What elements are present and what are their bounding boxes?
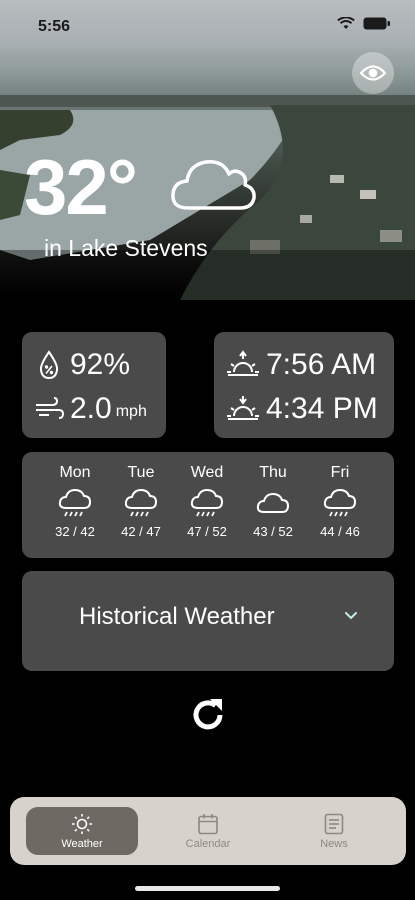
forecast-day: Tue 42 / 47 (113, 452, 169, 539)
forecast-day-name: Tue (127, 464, 155, 481)
calendar-icon (198, 814, 218, 835)
forecast-day-name: Fri (330, 464, 350, 481)
forecast-day-name: Wed (190, 464, 224, 481)
historical-weather-dropdown[interactable]: Historical Weather (22, 571, 394, 671)
rain-cloud-icon (190, 488, 224, 517)
sunset-row: 4:34 PM (226, 392, 378, 426)
forecast-day: Mon 32 / 42 (47, 452, 103, 539)
forecast-range: 43 / 52 (253, 524, 293, 539)
status-time: 5:56 (38, 18, 71, 35)
status-bar: 5:56 (0, 0, 415, 50)
home-indicator (135, 886, 280, 891)
sun-icon (72, 814, 92, 834)
rain-cloud-icon (323, 488, 357, 517)
forecast-day-name: Thu (259, 464, 287, 481)
eye-icon (360, 65, 386, 81)
rain-cloud-icon (58, 488, 92, 517)
wind-row: 2.0 mph (34, 392, 147, 426)
chevron-down-icon (345, 612, 357, 620)
wind-speed-value: 2.0 (70, 392, 112, 425)
sun-times-card: 7:56 AM 4:34 PM (214, 332, 394, 438)
tab-news[interactable]: News (278, 807, 390, 855)
historical-weather-label: Historical Weather (79, 603, 275, 630)
sunrise-time: 7:56 AM (266, 348, 377, 381)
sunrise-row: 7:56 AM (226, 348, 376, 382)
forecast-day: Thu 43 / 52 (245, 452, 301, 539)
wind-icon (36, 397, 64, 419)
humidity-row: 92% (38, 348, 130, 382)
battery-icon (363, 17, 390, 30)
tab-calendar[interactable]: Calendar (152, 807, 264, 855)
current-temperature: 32° (24, 143, 138, 231)
tab-bar: Weather Calendar News (10, 797, 406, 865)
forecast-range: 42 / 47 (121, 524, 161, 539)
forecast-card: Mon 32 / 42 Tue 42 / 47 Wed 47 / 52 Thu … (22, 452, 394, 558)
humidity-drop-icon (39, 350, 59, 380)
forecast-day: Wed 47 / 52 (179, 452, 235, 539)
forecast-day: Fri 44 / 46 (312, 452, 368, 539)
tab-label: Calendar (185, 838, 231, 850)
sunrise-icon (227, 350, 259, 376)
view-photo-button[interactable] (352, 52, 394, 94)
sunset-icon (227, 396, 259, 420)
location-label: in Lake Stevens (44, 235, 208, 261)
humidity-value: 92% (70, 348, 131, 381)
wind-unit: mph (115, 403, 147, 420)
cloud-icon (171, 160, 256, 210)
sunset-time: 4:34 PM (266, 392, 378, 425)
rain-cloud-icon (124, 488, 158, 517)
forecast-day-name: Mon (59, 464, 91, 481)
status-icons (337, 17, 391, 30)
cloud-icon (256, 492, 290, 513)
forecast-range: 32 / 42 (55, 524, 95, 539)
forecast-range: 44 / 46 (320, 524, 360, 539)
tab-label: News (320, 838, 348, 850)
forecast-range: 47 / 52 (187, 524, 227, 539)
news-icon (324, 813, 344, 835)
refresh-button[interactable] (188, 695, 228, 735)
tab-label: Weather (61, 838, 103, 850)
tab-weather[interactable]: Weather (26, 807, 138, 855)
wifi-icon (337, 17, 355, 29)
humidity-wind-card: 92% 2.0 mph (22, 332, 166, 438)
